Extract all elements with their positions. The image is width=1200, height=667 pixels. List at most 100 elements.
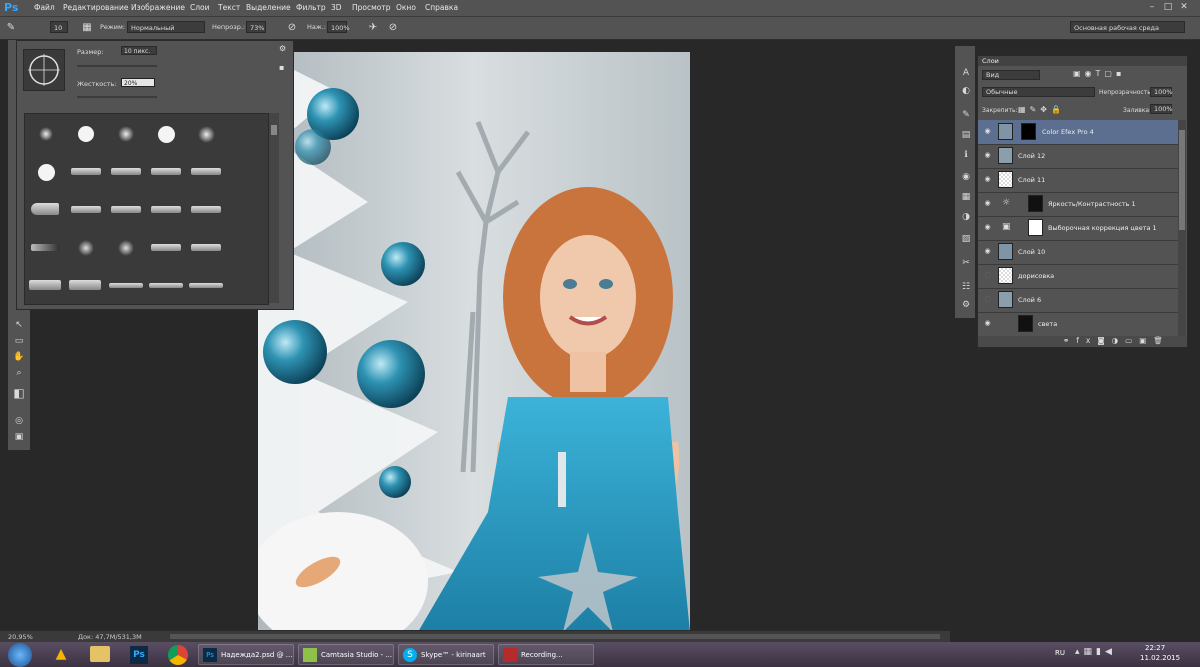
color-panel-icon[interactable]: ◉ — [958, 170, 974, 184]
pressure-opacity-icon[interactable]: ⊘ — [285, 21, 299, 35]
layer-opacity-field[interactable]: 100% — [1150, 87, 1173, 97]
quick-mask-icon[interactable]: ◎ — [11, 414, 27, 428]
layer-row[interactable]: ▢ Слой 6 — [978, 288, 1178, 313]
adjustments-panel-icon[interactable]: ◑ — [958, 210, 974, 224]
layer-row[interactable]: ◉ Слой 10 — [978, 240, 1178, 265]
brush-preset[interactable] — [147, 192, 185, 228]
brush-preset[interactable] — [67, 116, 105, 152]
brush-preset[interactable] — [187, 268, 225, 304]
layer-name[interactable]: света — [1038, 320, 1057, 328]
brush-preset[interactable] — [27, 116, 65, 152]
brush-size-slider[interactable] — [77, 65, 157, 67]
info-panel-icon[interactable]: ℹ — [958, 148, 974, 162]
menu-layers[interactable]: Слои — [190, 3, 210, 12]
layer-mask-thumbnail[interactable] — [1018, 315, 1033, 332]
scroll-thumb[interactable] — [1179, 130, 1185, 230]
menu-window[interactable]: Окно — [396, 3, 416, 12]
history-panel-icon[interactable]: ◐ — [958, 84, 974, 98]
layer-blend-mode-select[interactable]: Обычные — [982, 87, 1095, 97]
brush-size-field[interactable]: 10 пикс. — [121, 46, 157, 55]
brush-preset[interactable] — [187, 230, 225, 266]
menu-file[interactable]: Файл — [34, 3, 55, 12]
layer-action-icons[interactable]: ⚭fx◙◑▭▣🗑 — [1063, 336, 1170, 345]
hand-tool-icon[interactable]: ✋ — [11, 350, 27, 364]
taskbar-item-camtasia[interactable]: Camtasia Studio - ... — [298, 644, 394, 665]
layer-name[interactable]: Слой 11 — [1018, 176, 1045, 184]
brush-size-picker[interactable]: 10 — [50, 21, 68, 33]
opacity-field[interactable]: 73% — [246, 21, 266, 33]
taskbar-item-photoshop[interactable]: Ps Надежда2.psd @ ... — [198, 644, 294, 665]
hardness-field[interactable]: 20% — [121, 78, 155, 87]
brush-preset[interactable] — [27, 192, 65, 228]
brush-preset[interactable] — [107, 268, 145, 304]
eye-icon[interactable]: ◉ — [983, 175, 992, 184]
clock-time[interactable]: 22:27 — [1145, 644, 1165, 652]
brush-preset[interactable] — [187, 192, 225, 228]
lock-icons[interactable]: ▦✎✥🔒 — [1018, 105, 1065, 114]
layer-row[interactable]: ▢ дорисовка — [978, 264, 1178, 289]
menu-filter[interactable]: Фильтр — [296, 3, 326, 12]
brush-preset[interactable] — [27, 230, 65, 266]
eye-icon[interactable]: ◉ — [983, 223, 992, 232]
clone-source-icon[interactable]: ▤ — [958, 128, 974, 142]
menu-view[interactable]: Просмотр — [352, 3, 391, 12]
brush-preset[interactable] — [67, 230, 105, 266]
explorer-icon[interactable] — [90, 646, 110, 662]
brush-preset[interactable] — [147, 116, 185, 152]
document-image[interactable] — [258, 52, 690, 632]
brush-grid-scrollbar[interactable] — [269, 113, 279, 303]
layer-row[interactable]: ◉ света — [978, 312, 1178, 336]
taskbar-item-recording[interactable]: Recording... — [498, 644, 594, 665]
workspace-select[interactable]: Основная рабочая среда — [1070, 21, 1185, 33]
menu-text[interactable]: Текст — [218, 3, 240, 12]
brush-preset[interactable] — [67, 192, 105, 228]
brush-preset[interactable] — [107, 116, 145, 152]
maximize-icon[interactable]: □ — [1162, 2, 1174, 13]
brush-preset[interactable] — [27, 154, 65, 190]
eye-icon[interactable]: ◉ — [983, 151, 992, 160]
horizontal-scrollbar[interactable] — [170, 634, 940, 639]
layer-mask-thumbnail[interactable] — [1028, 195, 1043, 212]
eye-hidden-icon[interactable]: ▢ — [983, 295, 992, 304]
scroll-thumb[interactable] — [271, 125, 277, 135]
layers-scrollbar[interactable] — [1178, 120, 1186, 336]
brush-tool-icon[interactable]: ✎ — [4, 21, 18, 35]
menu-edit[interactable]: Редактирование — [63, 3, 128, 12]
hardness-slider[interactable] — [77, 96, 157, 98]
blend-mode-select[interactable]: Нормальный — [127, 21, 205, 33]
layer-name[interactable]: Слой 10 — [1018, 248, 1045, 256]
brush-preset[interactable] — [187, 154, 225, 190]
eye-icon[interactable]: ◉ — [983, 319, 992, 328]
brush-preset[interactable] — [147, 230, 185, 266]
minimize-icon[interactable]: – — [1146, 2, 1158, 13]
start-button[interactable] — [8, 643, 32, 667]
fill-field[interactable]: 100% — [1150, 104, 1173, 114]
new-preset-icon[interactable]: ▪ — [279, 63, 284, 72]
zoom-tool-icon[interactable]: ⌕ — [11, 366, 27, 380]
taskbar-item-skype[interactable]: S Skype™ - kirinaart — [398, 644, 494, 665]
character-panel-icon[interactable]: A — [958, 66, 974, 80]
rectangle-tool-icon[interactable]: ▭ — [11, 334, 27, 348]
layer-row[interactable]: ◉ Слой 11 — [978, 168, 1178, 193]
zoom-level[interactable]: 20,95% — [8, 633, 33, 641]
tray-icons[interactable]: ▴▦▮◀ — [1075, 647, 1116, 657]
layer-name[interactable]: Выборочная коррекция цвета 1 — [1048, 224, 1157, 232]
paths-panel-icon[interactable]: ✂ — [958, 256, 974, 270]
brush-preset[interactable] — [107, 230, 145, 266]
chrome-icon[interactable] — [168, 645, 188, 665]
brush-preset[interactable] — [187, 116, 225, 152]
menu-image[interactable]: Изображение — [131, 3, 185, 12]
clock-date[interactable]: 11.02.2015 — [1140, 654, 1180, 662]
brush-preset[interactable] — [67, 154, 105, 190]
screen-mode-icon[interactable]: ▣ — [11, 430, 27, 444]
styles-panel-icon[interactable]: ▨ — [958, 232, 974, 246]
brush-preset[interactable] — [147, 154, 185, 190]
swatches-panel-icon[interactable]: ▦ — [958, 190, 974, 204]
filter-icons[interactable]: ▣◉T▢▪ — [1073, 69, 1125, 78]
layer-name[interactable]: Слой 12 — [1018, 152, 1045, 160]
brush-preset[interactable] — [107, 192, 145, 228]
flow-field[interactable]: 100% — [327, 21, 350, 33]
layer-name[interactable]: Яркость/Контрастность 1 — [1048, 200, 1136, 208]
path-select-tool-icon[interactable]: ↖ — [11, 318, 27, 332]
brush-preset[interactable] — [107, 154, 145, 190]
